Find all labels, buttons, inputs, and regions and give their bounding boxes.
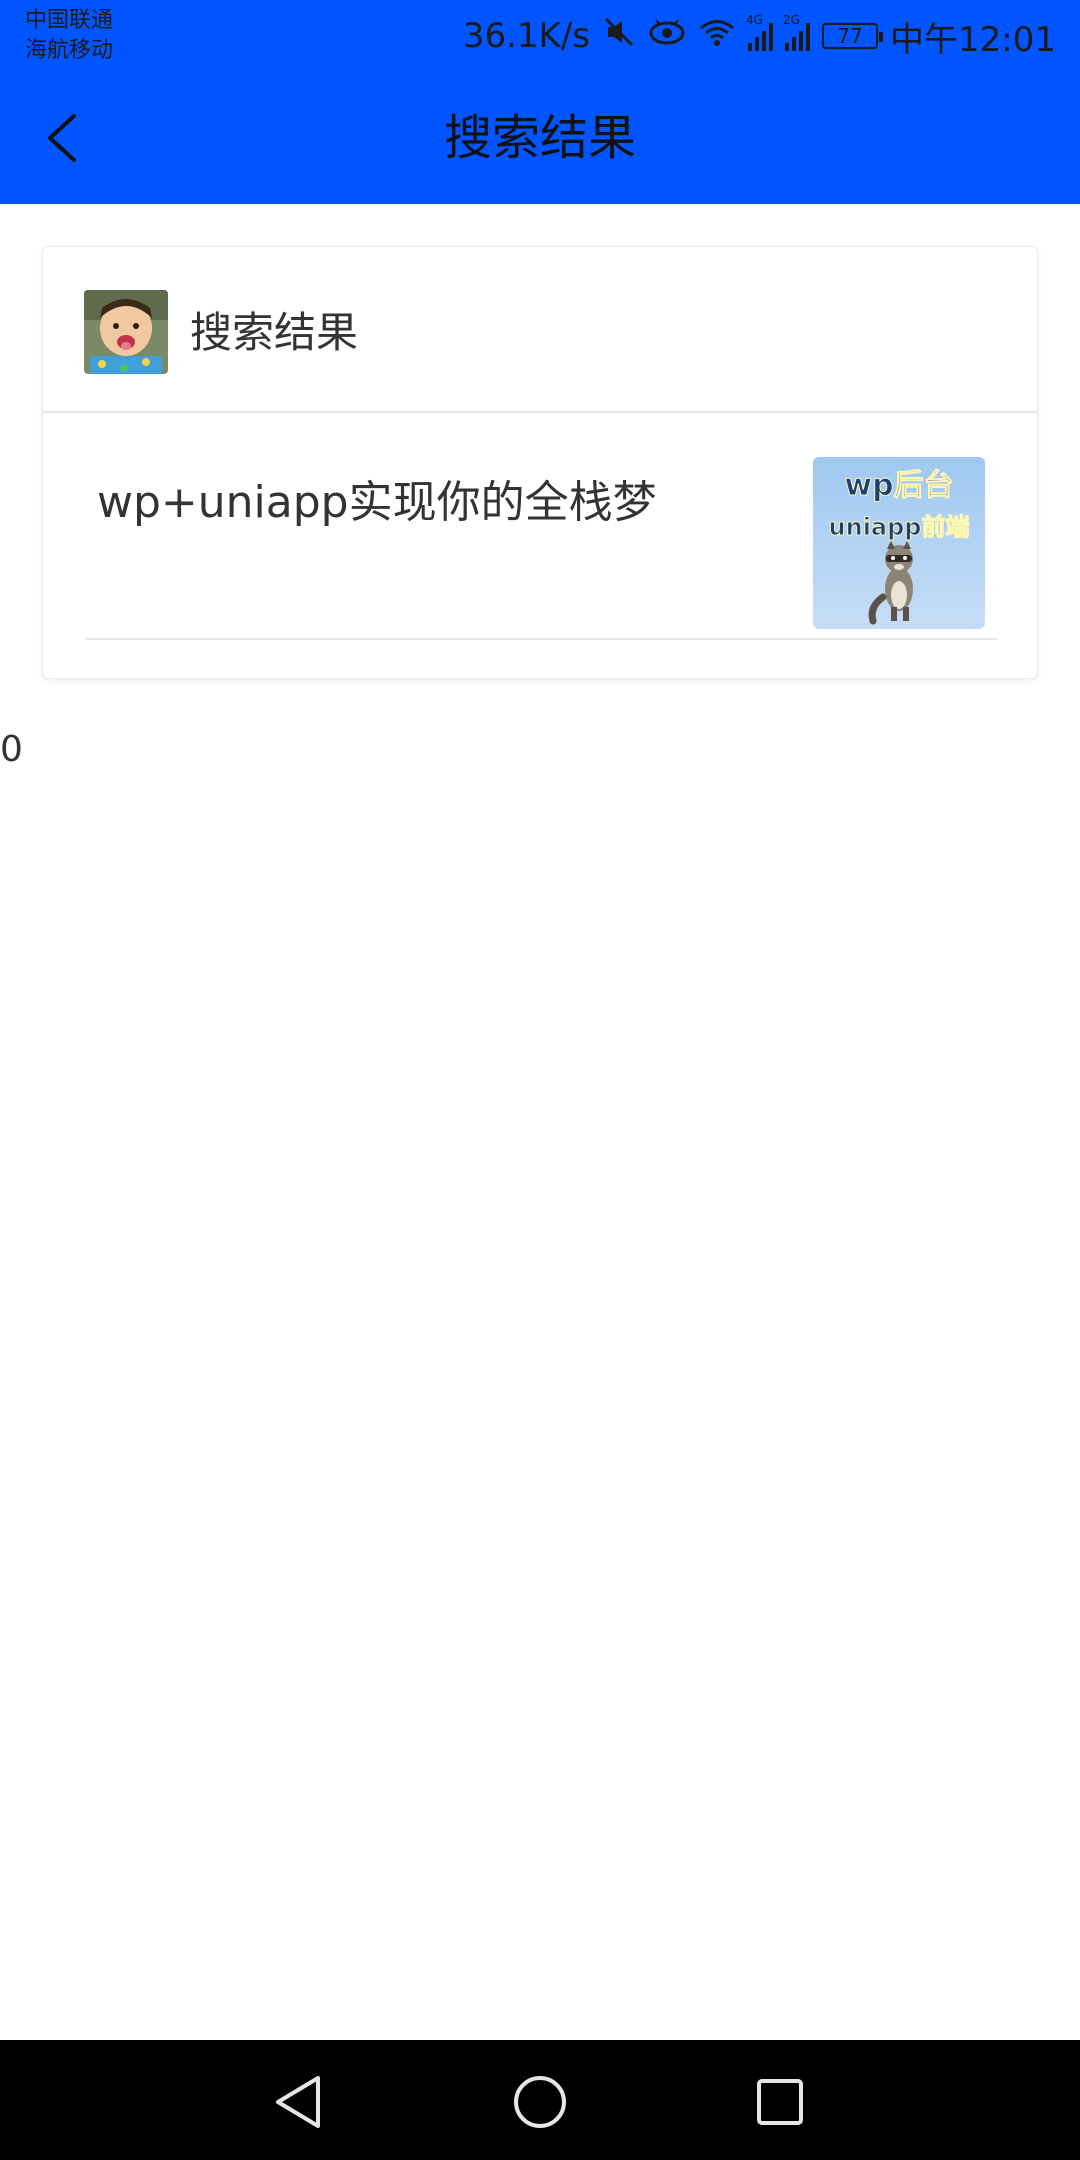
- status-indicators: 36.1K/s 4G 2G 77 中午12:01: [462, 13, 1056, 60]
- square-recent-icon: [757, 2079, 803, 2125]
- clock: 中午12:01: [890, 19, 1056, 60]
- result-count: 0: [0, 729, 23, 770]
- svg-text:uniapp前端: uniapp前端: [829, 513, 970, 541]
- app-header: 搜索结果: [0, 72, 1080, 204]
- child-avatar-image: [84, 290, 168, 374]
- status-bar: 中国联通 海航移动 36.1K/s 4G 2G 77 中午12:01: [0, 0, 1080, 72]
- carrier-line2: 海航移动: [25, 38, 114, 63]
- signal-4g-icon: 4G: [746, 13, 774, 51]
- avatar: [84, 290, 168, 374]
- nav-back-button[interactable]: [260, 2062, 340, 2142]
- card-bottom-divider: [58, 678, 1022, 680]
- signal-2g-icon: 2G: [783, 13, 811, 51]
- net-speed: 36.1K/s: [462, 16, 591, 56]
- article-thumbnail[interactable]: wp后台 uniapp前端: [813, 457, 985, 629]
- battery-level: 77: [837, 24, 863, 48]
- eye-icon: [648, 16, 686, 56]
- card-title: 搜索结果: [190, 308, 359, 357]
- nav-home-button[interactable]: [500, 2062, 580, 2142]
- search-result-card: 搜索结果 wp+uniapp实现你的全栈梦 wp后台 uniapp前端: [42, 246, 1038, 679]
- circle-home-icon: [514, 2076, 566, 2128]
- system-nav-bar: [0, 2040, 1080, 2160]
- page-title: 搜索结果: [443, 110, 636, 166]
- wifi-icon: [698, 16, 736, 56]
- article-divider: [85, 638, 997, 640]
- mute-icon: [602, 15, 636, 58]
- battery-icon: 77: [822, 23, 884, 49]
- article-title: wp+uniapp实现你的全栈梦: [97, 477, 657, 528]
- carrier-info: 中国联通 海航移动: [25, 6, 113, 66]
- nav-recent-button[interactable]: [740, 2062, 820, 2142]
- raccoon-thumbnail-image: wp后台 uniapp前端: [813, 457, 985, 629]
- card-header: 搜索结果: [43, 247, 1037, 413]
- svg-text:wp后台: wp后台: [844, 468, 953, 503]
- triangle-back-icon: [276, 2076, 320, 2128]
- carrier-line1: 中国联通: [25, 8, 114, 33]
